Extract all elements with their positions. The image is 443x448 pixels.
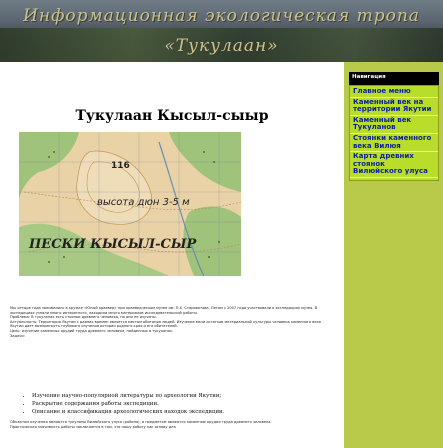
outro-paragraph: Практическая значимость работы заключает… <box>10 424 176 429</box>
navigation-sidebar: Навигация Главное меню Каменный век на т… <box>349 72 439 181</box>
nav-heading: Навигация <box>349 72 439 85</box>
map-label-dune-height: высота дюн 3-5 м <box>97 197 190 208</box>
nav-item-stone-age-tukulans[interactable]: Каменный век Тукуланов <box>350 116 438 134</box>
nav-item-main-menu[interactable]: Главное меню <box>350 87 438 98</box>
nav-item-stone-age-sites-vilyuy[interactable]: Стоянки каменного века Вилюя <box>350 134 438 153</box>
task-item: Описание и классификация археологических… <box>32 408 342 416</box>
page-title: Тукулаан Кысыл-сыыр <box>75 108 269 124</box>
nav-item-ancient-sites-map[interactable]: Карта древних стоянок Вилюйского улуса <box>350 152 438 178</box>
intro-paragraph: Актуальность: Территория Якутии с давних… <box>10 319 321 329</box>
nav-item-stone-age-yakutia[interactable]: Каменный век на территории Якутии <box>350 98 438 116</box>
main-content: Тукулаан Кысыл-сыыр 116 высота дюн 3-5 м… <box>0 62 344 448</box>
map-graphic: 116 высота дюн 3-5 м ПЕСКИ КЫСЫЛ-СЫР <box>19 132 241 276</box>
nav-menu: Главное меню Каменный век на территории … <box>349 85 439 181</box>
site-title-line-2: «Тукулаан» <box>164 36 279 56</box>
task-item: Изучение научно-популярной литературы по… <box>32 392 342 400</box>
intro-text: Мы четыре года занимались в кружке «Юный… <box>10 306 335 338</box>
header-banner: Информационная экологическая тропа «Туку… <box>0 0 443 62</box>
map-label-sands: ПЕСКИ КЫСЫЛ-СЫР <box>28 237 197 252</box>
map-label-116: 116 <box>111 161 130 171</box>
topographic-map-image: 116 высота дюн 3-5 м ПЕСКИ КЫСЫЛ-СЫР <box>19 132 241 276</box>
intro-paragraph: Задачи: <box>10 333 25 338</box>
outro-text: Объектом изучения являются тукуланы Вилю… <box>10 420 335 429</box>
task-item: Раскрытие содержания работы экспедиции. <box>32 400 342 408</box>
intro-paragraph: Мы четыре года занимались в кружке «Юный… <box>10 306 318 315</box>
task-list: Изучение научно-популярной литературы по… <box>20 392 342 416</box>
site-title-line-1: Информационная экологическая тропа <box>23 6 420 26</box>
